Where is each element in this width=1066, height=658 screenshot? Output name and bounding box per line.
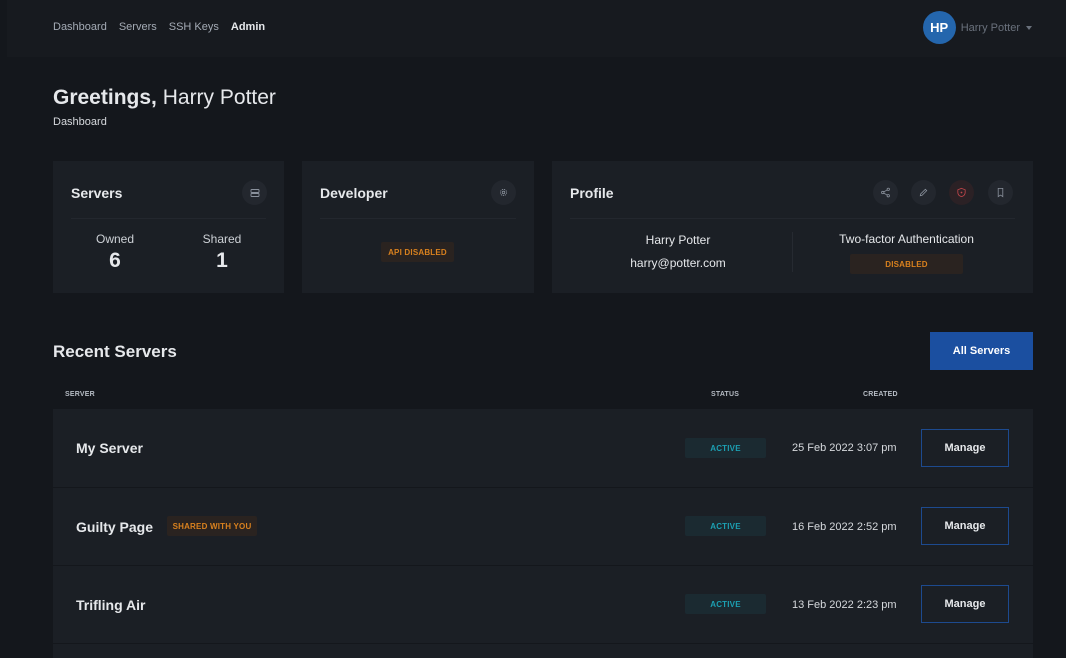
created-date: 13 Feb 2022 2:23 pm xyxy=(792,599,897,611)
user-menu-name: Harry Potter xyxy=(960,21,1020,34)
shared-label: Shared xyxy=(202,232,242,246)
api-disabled-badge: API DISABLED xyxy=(381,242,454,262)
created-date: 16 Feb 2022 2:52 pm xyxy=(792,521,897,533)
profile-card-title: Profile xyxy=(570,185,614,201)
nav-link-ssh-keys[interactable]: SSH Keys xyxy=(169,21,219,33)
twofa-label: Two-factor Authentication xyxy=(839,232,974,246)
user-menu[interactable]: HP Harry Potter xyxy=(922,11,1032,44)
server-name[interactable]: Trifling Air xyxy=(76,597,145,613)
profile-divider xyxy=(792,232,793,272)
column-header-created: CREATED xyxy=(863,391,898,398)
card-divider xyxy=(320,218,516,219)
chevron-down-icon xyxy=(1026,25,1032,30)
column-header-server: SERVER xyxy=(65,391,95,398)
shield-icon[interactable] xyxy=(949,180,974,205)
profile-name: Harry Potter xyxy=(645,233,711,247)
share-icon[interactable] xyxy=(873,180,898,205)
created-date: 25 Feb 2022 3:07 pm xyxy=(792,442,897,454)
shared-count: 1 xyxy=(216,249,228,272)
status-badge: ACTIVE xyxy=(685,594,766,614)
greeting-name: Harry Potter xyxy=(162,86,276,109)
twofa-status-badge: DISABLED xyxy=(850,254,963,274)
all-servers-button[interactable]: All Servers xyxy=(930,332,1033,370)
greeting-word: Greetings, xyxy=(53,86,157,109)
server-name[interactable]: Guilty Page xyxy=(76,519,153,535)
status-badge: ACTIVE xyxy=(685,516,766,536)
owned-label: Owned xyxy=(95,232,135,246)
column-header-status: STATUS xyxy=(711,391,740,398)
table-row xyxy=(53,644,1033,658)
shared-with-you-badge: SHARED WITH YOU xyxy=(167,516,257,536)
card-divider xyxy=(71,218,266,219)
manage-button[interactable]: Manage xyxy=(921,429,1009,467)
edit-icon[interactable] xyxy=(911,180,936,205)
developer-card-title: Developer xyxy=(320,185,388,201)
avatar: HP xyxy=(922,11,956,44)
table-row: My Server ACTIVE 25 Feb 2022 3:07 pm Man… xyxy=(53,409,1033,487)
server-name[interactable]: My Server xyxy=(76,440,143,456)
status-badge: ACTIVE xyxy=(685,438,766,458)
breadcrumb: Dashboard xyxy=(53,116,107,128)
nav-link-dashboard[interactable]: Dashboard xyxy=(53,21,107,33)
table-row: Guilty Page SHARED WITH YOU ACTIVE 16 Fe… xyxy=(53,488,1033,566)
nav-links: Dashboard Servers SSH Keys Admin xyxy=(53,21,265,33)
profile-email: harry@potter.com xyxy=(630,256,726,270)
bookmark-icon[interactable] xyxy=(988,180,1013,205)
manage-button[interactable]: Manage xyxy=(921,585,1009,623)
nav-link-servers[interactable]: Servers xyxy=(119,21,157,33)
nav-link-admin[interactable]: Admin xyxy=(231,21,265,33)
developer-card: Developer xyxy=(302,161,534,293)
card-divider xyxy=(570,218,1015,219)
servers-card: Servers xyxy=(53,161,284,293)
table-row: Trifling Air ACTIVE 13 Feb 2022 2:23 pm … xyxy=(53,566,1033,644)
manage-button[interactable]: Manage xyxy=(921,507,1009,545)
recent-servers-title: Recent Servers xyxy=(53,342,177,361)
server-icon[interactable] xyxy=(242,180,267,205)
servers-card-title: Servers xyxy=(71,185,123,201)
owned-count: 6 xyxy=(109,249,121,272)
gear-icon[interactable] xyxy=(491,180,516,205)
page-title: Greetings, Harry Potter xyxy=(53,86,276,110)
top-navbar: Dashboard Servers SSH Keys Admin HP Harr… xyxy=(7,0,1066,57)
